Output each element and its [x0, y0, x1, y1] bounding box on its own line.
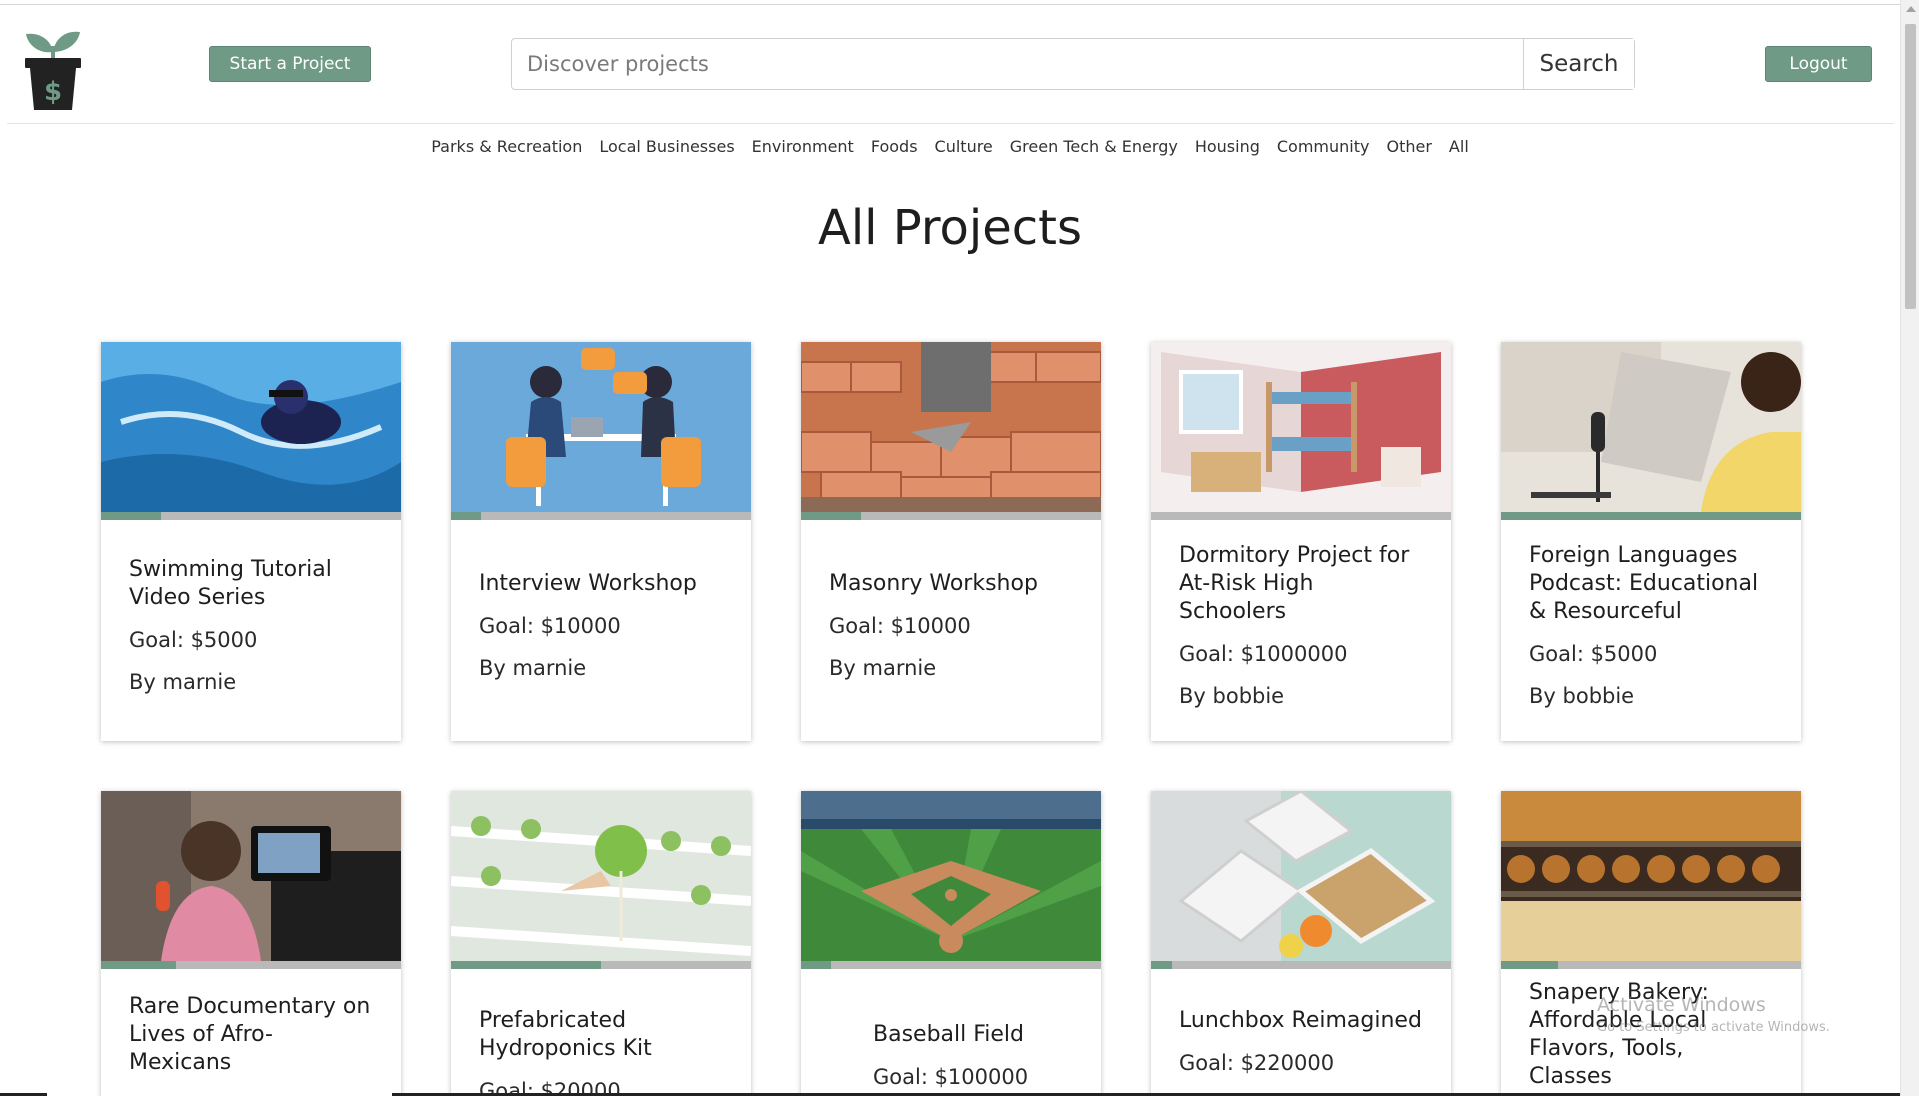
project-goal: Goal: $5000: [129, 628, 258, 652]
funding-progress-bar: [1501, 512, 1801, 520]
brick-wall-photo: [801, 342, 1101, 512]
card-body: Masonry Workshop Goal: $10000 By marnie: [801, 570, 1101, 680]
funding-progress-bar: [1151, 512, 1451, 520]
category-community[interactable]: Community: [1277, 137, 1370, 156]
lunchbox-photo: [1151, 791, 1451, 961]
project-goal: Goal: $10000: [829, 614, 971, 638]
card-body: Swimming Tutorial Video Series Goal: $50…: [101, 556, 401, 694]
search-input[interactable]: [512, 39, 1523, 89]
progress-fill: [101, 512, 161, 520]
search-bar: Search: [511, 38, 1635, 90]
progress-fill: [801, 961, 831, 969]
category-other[interactable]: Other: [1386, 137, 1431, 156]
card-body: Dormitory Project for At-Risk High Schoo…: [1151, 542, 1451, 708]
card-body: Baseball Field Goal: $100000: [801, 1021, 1101, 1089]
project-card[interactable]: Lunchbox Reimagined Goal: $220000: [1151, 791, 1451, 1096]
podcast-photo: [1501, 342, 1801, 512]
interview-illustration: [451, 342, 751, 512]
project-author: By marnie: [129, 670, 237, 694]
baseball-field-photo: [801, 791, 1101, 961]
project-title[interactable]: Snapery Bakery: Affordable Local Flavors…: [1529, 979, 1773, 1091]
project-card[interactable]: Rare Documentary on Lives of Afro-Mexica…: [101, 791, 401, 1096]
funding-progress-bar: [101, 961, 401, 969]
project-goal: Goal: $220000: [1179, 1051, 1335, 1075]
hydroponics-photo: [451, 791, 751, 961]
category-green-tech-energy[interactable]: Green Tech & Energy: [1010, 137, 1178, 156]
category-parks-recreation[interactable]: Parks & Recreation: [431, 137, 582, 156]
card-body: Lunchbox Reimagined Goal: $220000: [1151, 1007, 1451, 1075]
project-goal: Goal: $5000: [1529, 642, 1658, 666]
project-card[interactable]: Masonry Workshop Goal: $10000 By marnie: [801, 342, 1101, 741]
project-author: By bobbie: [1529, 684, 1635, 708]
category-all[interactable]: All: [1449, 137, 1469, 156]
project-card[interactable]: Swimming Tutorial Video Series Goal: $50…: [101, 342, 401, 741]
project-title[interactable]: Prefabricated Hydroponics Kit: [479, 1007, 723, 1063]
progress-fill: [451, 961, 601, 969]
category-local-businesses[interactable]: Local Businesses: [599, 137, 734, 156]
swimmer-photo: [101, 342, 401, 512]
card-body: Prefabricated Hydroponics Kit Goal: $200…: [451, 1007, 751, 1096]
funding-progress-bar: [101, 512, 401, 520]
project-title[interactable]: Baseball Field: [873, 1021, 1073, 1049]
project-title[interactable]: Dormitory Project for At-Risk High Schoo…: [1179, 542, 1423, 626]
plant-pot-dollar-icon[interactable]: $: [22, 26, 84, 112]
funding-progress-bar: [801, 512, 1101, 520]
project-title[interactable]: Rare Documentary on Lives of Afro-Mexica…: [129, 993, 373, 1077]
project-goal: Goal: $100000: [873, 1065, 1029, 1089]
card-body: Rare Documentary on Lives of Afro-Mexica…: [101, 993, 401, 1077]
project-goal: Goal: $10000: [479, 614, 621, 638]
funding-progress-bar: [1151, 961, 1451, 969]
progress-fill: [1501, 512, 1801, 520]
project-title[interactable]: Interview Workshop: [479, 570, 723, 598]
funding-progress-bar: [451, 961, 751, 969]
project-title[interactable]: Swimming Tutorial Video Series: [129, 556, 373, 612]
bakery-display-photo: [1501, 791, 1801, 961]
scrollbar-thumb[interactable]: [1905, 24, 1916, 309]
project-card[interactable]: Prefabricated Hydroponics Kit Goal: $200…: [451, 791, 751, 1096]
category-foods[interactable]: Foods: [871, 137, 918, 156]
project-author: By bobbie: [1179, 684, 1285, 708]
progress-fill: [1501, 961, 1558, 969]
project-goal: Goal: $1000000: [1179, 642, 1348, 666]
project-title[interactable]: Masonry Workshop: [829, 570, 1073, 598]
dormitory-illustration: [1151, 342, 1451, 512]
svg-text:$: $: [44, 77, 62, 107]
project-card[interactable]: Snapery Bakery: Affordable Local Flavors…: [1501, 791, 1801, 1096]
page-title: All Projects: [818, 200, 1082, 256]
funding-progress-bar: [1501, 961, 1801, 969]
progress-fill: [1151, 961, 1172, 969]
card-body: Snapery Bakery: Affordable Local Flavors…: [1501, 979, 1801, 1091]
project-title[interactable]: Lunchbox Reimagined: [1179, 1007, 1423, 1035]
category-housing[interactable]: Housing: [1195, 137, 1260, 156]
project-card[interactable]: Baseball Field Goal: $100000: [801, 791, 1101, 1096]
progress-fill: [451, 512, 481, 520]
card-body: Interview Workshop Goal: $10000 By marni…: [451, 570, 751, 680]
category-environment[interactable]: Environment: [752, 137, 854, 156]
category-culture[interactable]: Culture: [935, 137, 993, 156]
progress-fill: [801, 512, 861, 520]
category-nav: Parks & Recreation Local Businesses Envi…: [0, 137, 1900, 156]
scroll-up-arrow-icon[interactable]: [1906, 6, 1916, 12]
funding-progress-bar: [451, 512, 751, 520]
progress-fill: [101, 961, 176, 969]
documentary-camera-photo: [101, 791, 401, 961]
logout-button[interactable]: Logout: [1765, 46, 1872, 82]
card-body: Foreign Languages Podcast: Educational &…: [1501, 542, 1801, 708]
funding-progress-bar: [801, 961, 1101, 969]
project-card[interactable]: Foreign Languages Podcast: Educational &…: [1501, 342, 1801, 741]
vertical-scrollbar[interactable]: [1900, 0, 1919, 1096]
project-card[interactable]: Dormitory Project for At-Risk High Schoo…: [1151, 342, 1451, 741]
project-author: By marnie: [479, 656, 587, 680]
search-button[interactable]: Search: [1523, 39, 1634, 89]
project-card[interactable]: Interview Workshop Goal: $10000 By marni…: [451, 342, 751, 741]
project-title[interactable]: Foreign Languages Podcast: Educational &…: [1529, 542, 1773, 626]
start-project-button[interactable]: Start a Project: [209, 46, 371, 82]
project-author: By marnie: [829, 656, 937, 680]
